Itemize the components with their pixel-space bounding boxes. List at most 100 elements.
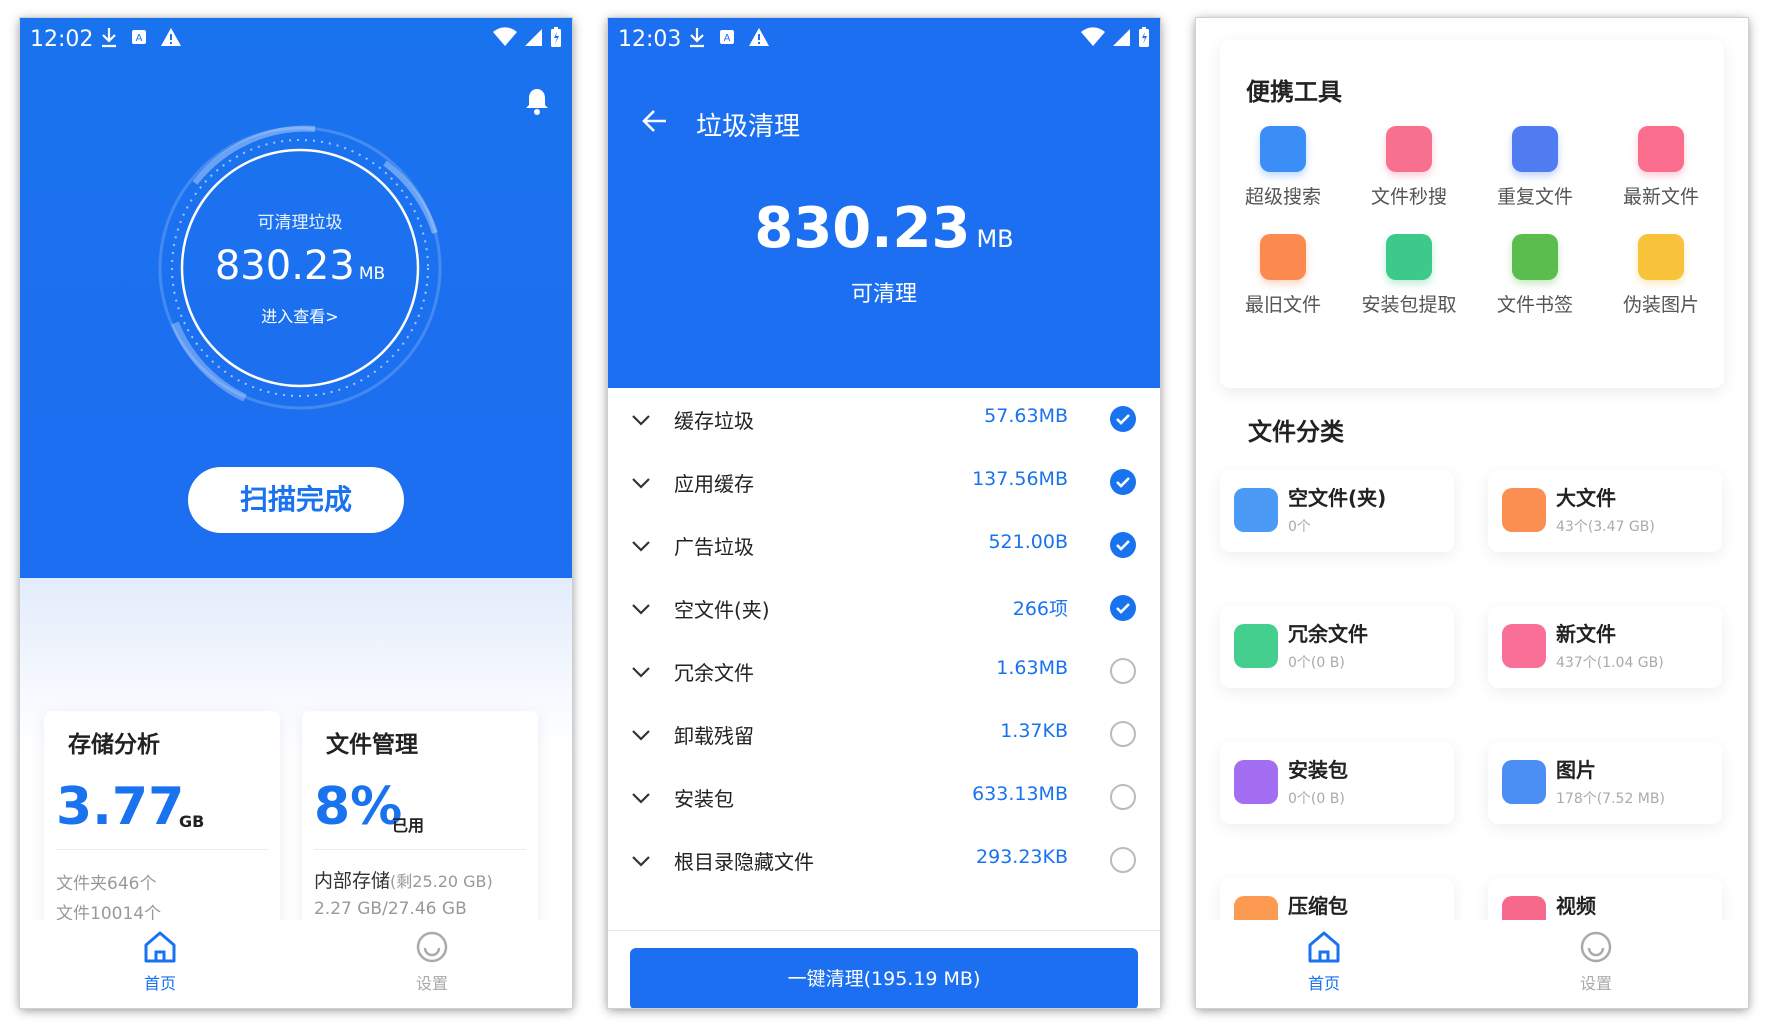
one-click-clean-button[interactable]: 一键清理(195.19 MB) — [630, 948, 1138, 1008]
cleanup-screen: 12:03 A 垃圾清理 830.23 MB 可清理 缓存垃圾 57.63MB 应用缓… — [608, 18, 1160, 1008]
tools-screen: 便携工具 超级搜索 文件秒搜 重复文件 最新文件 最旧文件 安装包提取 文件书签 伪装图片 文… — [1196, 18, 1748, 1008]
tool-item[interactable]: 最新文件 — [1598, 126, 1724, 209]
junk-row[interactable]: 卸载残留 1.37KB — [608, 703, 1160, 766]
svg-text:A: A — [136, 33, 143, 44]
storage-analysis-card[interactable]: 存储分析 3.77 GB 文件夹646个 文件10014个 — [44, 711, 280, 941]
category-count: 0个(0 B) — [1288, 655, 1345, 671]
bell-icon[interactable] — [524, 86, 550, 116]
big-file-icon — [1502, 488, 1546, 532]
unchecked-checkbox[interactable] — [1110, 784, 1136, 810]
category-name: 大文件 — [1556, 486, 1616, 510]
nav-home-label: 首页 — [143, 974, 176, 993]
notification-a-icon: A — [720, 30, 734, 44]
chevron-down-icon[interactable] — [630, 535, 652, 557]
junk-row-label: 安装包 — [674, 787, 734, 811]
cleanable-caption: 可清理 — [850, 282, 917, 307]
file-management-card[interactable]: 文件管理 8% 已用 内部存储(剩25.20 GB) 2.27 GB/27.46… — [302, 711, 538, 941]
tool-item[interactable]: 超级搜索 — [1220, 126, 1346, 209]
chevron-down-icon[interactable] — [630, 472, 652, 494]
junk-row[interactable]: 应用缓存 137.56MB — [608, 451, 1160, 514]
tool-item[interactable]: 伪装图片 — [1598, 234, 1724, 317]
chevron-down-icon[interactable] — [630, 850, 652, 872]
unchecked-checkbox[interactable] — [1110, 658, 1136, 684]
junk-row[interactable]: 空文件(夹) 266项 — [608, 577, 1160, 640]
gauge-label: 可清理垃圾 — [257, 213, 343, 233]
checked-checkbox[interactable] — [1110, 595, 1136, 621]
category-card[interactable]: 冗余文件 0个(0 B) — [1220, 606, 1454, 688]
internal-storage-label: 内部存储 — [314, 870, 391, 892]
status-bar: 12:03 A — [608, 18, 1160, 62]
tool-label: 文件秒搜 — [1370, 186, 1447, 208]
scan-complete-button[interactable]: 扫描完成 — [188, 467, 404, 533]
home-screen: 12:02 A 可清理垃圾 830.23 MB 进入查看> 扫描完成 存储分析 3… — [20, 18, 572, 1008]
junk-row[interactable]: 根目录隐藏文件 293.23KB — [608, 829, 1160, 892]
download-icon — [690, 28, 704, 48]
category-name: 压缩包 — [1288, 894, 1348, 918]
folder-icon — [1260, 234, 1306, 280]
empty-folder-icon — [1234, 488, 1278, 532]
category-name: 新文件 — [1556, 622, 1616, 646]
category-card[interactable]: 新文件 437个(1.04 GB) — [1488, 606, 1722, 688]
nav-home[interactable]: 首页 — [100, 930, 220, 994]
nav-settings[interactable]: 设置 — [372, 930, 492, 994]
chevron-down-icon[interactable] — [630, 409, 652, 431]
tool-label: 文件书签 — [1496, 294, 1573, 316]
checkmark-icon — [1116, 603, 1130, 614]
junk-row-size: 1.63MB — [996, 657, 1068, 679]
junk-row[interactable]: 缓存垃圾 57.63MB — [608, 388, 1160, 451]
tool-item[interactable]: 重复文件 — [1472, 126, 1598, 209]
junk-row-size: 633.13MB — [972, 783, 1068, 805]
tool-label: 超级搜索 — [1244, 186, 1321, 208]
unchecked-checkbox[interactable] — [1110, 721, 1136, 747]
junk-row[interactable]: 安装包 633.13MB — [608, 766, 1160, 829]
nav-home-label: 首页 — [1307, 974, 1340, 993]
junk-row-label: 广告垃圾 — [674, 535, 754, 559]
tool-item[interactable]: 最旧文件 — [1220, 234, 1346, 317]
tool-item[interactable]: 文件秒搜 — [1346, 126, 1472, 209]
checkmark-icon — [1116, 414, 1130, 425]
category-card[interactable]: 图片 178个(7.52 MB) — [1488, 742, 1722, 824]
category-name: 安装包 — [1288, 758, 1348, 782]
chevron-down-icon[interactable] — [630, 724, 652, 746]
storage-percent: 8% — [314, 777, 403, 837]
category-name: 冗余文件 — [1288, 622, 1368, 646]
cleanup-header: 12:03 A 垃圾清理 830.23 MB 可清理 — [608, 18, 1160, 388]
junk-row-label: 卸载残留 — [674, 724, 754, 748]
tool-item[interactable]: 安装包提取 — [1346, 234, 1472, 317]
junk-row-label: 冗余文件 — [674, 661, 754, 685]
status-time: 12:03 — [618, 27, 682, 52]
nav-settings-label: 设置 — [1579, 974, 1612, 993]
category-count: 178个(7.52 MB) — [1556, 791, 1665, 807]
nav-settings-label: 设置 — [415, 974, 448, 993]
chevron-down-icon[interactable] — [630, 661, 652, 683]
checked-checkbox[interactable] — [1110, 532, 1136, 558]
apk-icon — [1234, 760, 1278, 804]
checkmark-icon — [1116, 477, 1130, 488]
category-card[interactable]: 空文件(夹) 0个 — [1220, 470, 1454, 552]
chevron-down-icon[interactable] — [630, 787, 652, 809]
battery-icon — [551, 27, 561, 47]
junk-row-label: 根目录隐藏文件 — [674, 850, 814, 874]
portable-tools-card: 便携工具 超级搜索 文件秒搜 重复文件 最新文件 最旧文件 安装包提取 文件书签 伪装图片 — [1220, 40, 1724, 388]
back-arrow-icon[interactable] — [640, 106, 670, 136]
nav-settings[interactable]: 设置 — [1536, 930, 1656, 994]
storage-used-unit: GB — [179, 812, 205, 831]
download-icon — [102, 28, 116, 48]
unchecked-checkbox[interactable] — [1110, 847, 1136, 873]
checked-checkbox[interactable] — [1110, 469, 1136, 495]
junk-row-size: 293.23KB — [976, 846, 1068, 868]
chevron-down-icon[interactable] — [630, 598, 652, 620]
checked-checkbox[interactable] — [1110, 406, 1136, 432]
tool-label: 重复文件 — [1496, 186, 1573, 208]
category-card[interactable]: 大文件 43个(3.47 GB) — [1488, 470, 1722, 552]
nav-home[interactable]: 首页 — [1264, 930, 1384, 994]
junk-row[interactable]: 冗余文件 1.63MB — [608, 640, 1160, 703]
category-card[interactable]: 安装包 0个(0 B) — [1220, 742, 1454, 824]
junk-row-size: 521.00B — [988, 531, 1068, 553]
settings-smile-icon — [416, 931, 448, 963]
folder-count: 文件夹646个 — [56, 874, 157, 894]
junk-row-label: 空文件(夹) — [674, 598, 770, 622]
view-details-link[interactable]: 进入查看> — [175, 303, 425, 327]
tool-item[interactable]: 文件书签 — [1472, 234, 1598, 317]
junk-row[interactable]: 广告垃圾 521.00B — [608, 514, 1160, 577]
